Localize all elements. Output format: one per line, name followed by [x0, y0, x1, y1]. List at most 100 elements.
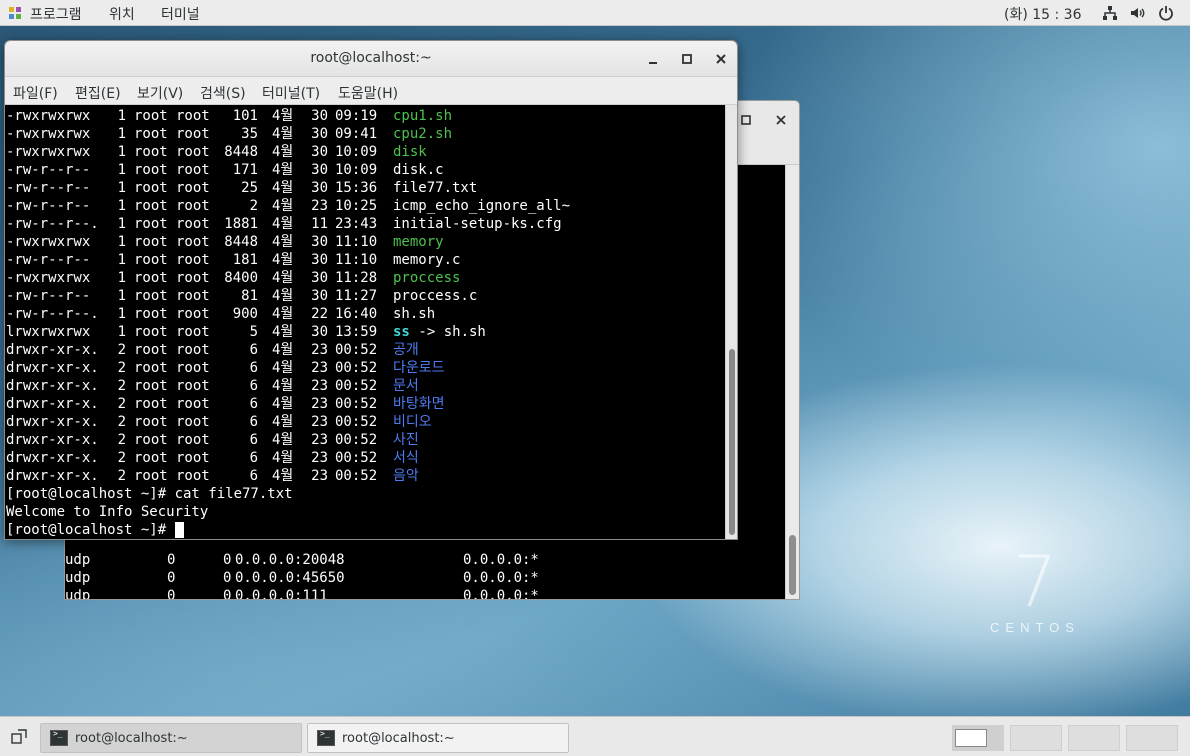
listing-links: 2 — [117, 378, 126, 394]
places-menu[interactable]: 위치 — [109, 4, 135, 24]
listing-filename: 바탕화면 — [393, 396, 445, 412]
menu-help[interactable]: 도움말(H) — [338, 83, 398, 103]
listing-group: root — [176, 414, 210, 430]
back-scrollbar-thumb[interactable] — [789, 535, 796, 595]
listing-size: 171 — [232, 162, 258, 178]
listing-owner: root — [134, 288, 168, 304]
netstat-cell: 0.0.0.0:* — [463, 552, 539, 568]
listing-day: 23 — [311, 342, 328, 358]
workspace-1[interactable] — [952, 725, 1004, 751]
shell-prompt: [root@localhost ~]# — [6, 522, 175, 538]
close-icon[interactable] — [772, 111, 790, 129]
minimize-icon[interactable] — [643, 49, 663, 69]
listing-size: 6 — [249, 450, 258, 466]
listing-time: 11:28 — [335, 270, 378, 286]
listing-row: drwxr-xr-x. 2 root root 6 4월 23 00:52 사진 — [6, 431, 722, 449]
netstat-cell: udp — [65, 552, 91, 568]
listing-month: 4월 — [272, 288, 294, 304]
applications-icon[interactable] — [8, 6, 22, 20]
window-titlebar[interactable]: root@localhost:~ — [5, 41, 737, 77]
listing-perm: drwxr-xr-x. — [6, 342, 99, 358]
listing-row: drwxr-xr-x. 2 root root 6 4월 23 00:52 비디오 — [6, 413, 722, 431]
listing-filename: proccess.c — [393, 288, 478, 304]
menu-file[interactable]: 파일(F) — [13, 83, 58, 103]
listing-perm: -rw-r--r-- — [6, 252, 91, 268]
centos-logo: 7 CENTOS — [985, 546, 1085, 635]
taskbar-item-terminal[interactable]: root@localhost:~ — [307, 723, 569, 753]
terminal-window[interactable]: root@localhost:~ 파일(F) 편집(E) 보기(V) 검색(S)… — [4, 40, 738, 540]
scrollbar-thumb[interactable] — [729, 349, 735, 535]
maximize-icon[interactable] — [737, 111, 755, 129]
menu-terminal[interactable]: 터미널(T) — [262, 83, 320, 103]
listing-perm: -rw-r--r-- — [6, 198, 91, 214]
netstat-cell: 0.0.0.0:* — [463, 570, 539, 586]
listing-row: -rw-r--r-- 1 root root 2 4월 23 10:25 icmp_echo_i… — [6, 197, 722, 215]
command-output: Welcome to Info Security — [6, 504, 209, 520]
workspace-4[interactable] — [1126, 725, 1178, 751]
listing-links: 1 — [117, 270, 126, 286]
listing-time: 11:10 — [335, 252, 378, 268]
listing-group: root — [176, 162, 210, 178]
listing-links: 1 — [117, 180, 126, 196]
shell-prompt: [root@localhost ~]# cat file77.txt — [6, 486, 293, 502]
menu-search[interactable]: 검색(S) — [200, 83, 246, 103]
listing-owner: root — [134, 198, 168, 214]
menu-view[interactable]: 보기(V) — [137, 83, 183, 103]
listing-links: 2 — [117, 432, 126, 448]
listing-day: 23 — [311, 450, 328, 466]
listing-owner: root — [134, 216, 168, 232]
listing-month: 4월 — [272, 162, 294, 178]
terminal-scrollbar[interactable] — [725, 105, 737, 539]
listing-time: 10:25 — [335, 198, 378, 214]
show-desktop-icon[interactable] — [11, 729, 27, 745]
workspace-3[interactable] — [1068, 725, 1120, 751]
terminal-output[interactable]: -rwxrwxrwx 1 root root 101 4월 30 09:19 cpu1.sh -r… — [5, 105, 725, 539]
volume-icon[interactable] — [1130, 5, 1146, 21]
listing-perm: drwxr-xr-x. — [6, 450, 99, 466]
listing-size: 2 — [249, 198, 258, 214]
listing-filename: memory.c — [393, 252, 461, 268]
listing-filename: proccess — [393, 270, 461, 286]
listing-size: 6 — [249, 342, 258, 358]
listing-day: 30 — [311, 126, 328, 142]
listing-links: 2 — [117, 396, 126, 412]
listing-owner: root — [134, 360, 168, 376]
listing-owner: root — [134, 234, 168, 250]
listing-filename: initial-setup-ks.cfg — [393, 216, 562, 232]
listing-perm: -rwxrwxrwx — [6, 234, 91, 250]
listing-filename: 서식 — [393, 450, 419, 466]
workspace-2[interactable] — [1010, 725, 1062, 751]
listing-filename: icmp_echo_ignore_all~ — [393, 198, 571, 214]
listing-time: 00:52 — [335, 432, 378, 448]
listing-size: 8448 — [224, 144, 258, 160]
taskbar-item-terminal-active[interactable]: root@localhost:~ — [40, 723, 302, 753]
close-icon[interactable] — [711, 49, 731, 69]
listing-size: 6 — [249, 360, 258, 376]
listing-row: -rwxrwxrwx 1 root root 8448 4월 30 11:10 memory — [6, 233, 722, 251]
menu-edit[interactable]: 편집(E) — [75, 83, 121, 103]
listing-perm: -rw-r--r--. — [6, 306, 99, 322]
workspace-window-thumb — [955, 729, 987, 747]
clock[interactable]: (화) 15 : 36 — [1004, 4, 1082, 24]
maximize-icon[interactable] — [677, 49, 697, 69]
listing-day: 30 — [311, 234, 328, 250]
listing-group: root — [176, 234, 210, 250]
back-scrollbar[interactable] — [785, 165, 799, 599]
power-icon[interactable] — [1158, 5, 1174, 21]
netstat-row: udp 0 0 0.0.0.0:111 0.0.0.0:* — [65, 587, 785, 600]
listing-time: 15:36 — [335, 180, 378, 196]
listing-group: root — [176, 288, 210, 304]
netstat-cell: udp — [65, 588, 91, 600]
listing-owner: root — [134, 180, 168, 196]
listing-links: 1 — [117, 108, 126, 124]
listing-day: 30 — [311, 288, 328, 304]
listing-filename: 다운로드 — [393, 360, 445, 376]
network-icon[interactable] — [1102, 5, 1118, 21]
terminal-app-menu[interactable]: 터미널 — [161, 4, 200, 24]
listing-perm: drwxr-xr-x. — [6, 378, 99, 394]
applications-menu[interactable]: 프로그램 — [30, 4, 82, 24]
listing-links: 1 — [117, 288, 126, 304]
listing-perm: -rwxrwxrwx — [6, 144, 91, 160]
listing-month: 4월 — [272, 450, 294, 466]
listing-month: 4월 — [272, 432, 294, 448]
